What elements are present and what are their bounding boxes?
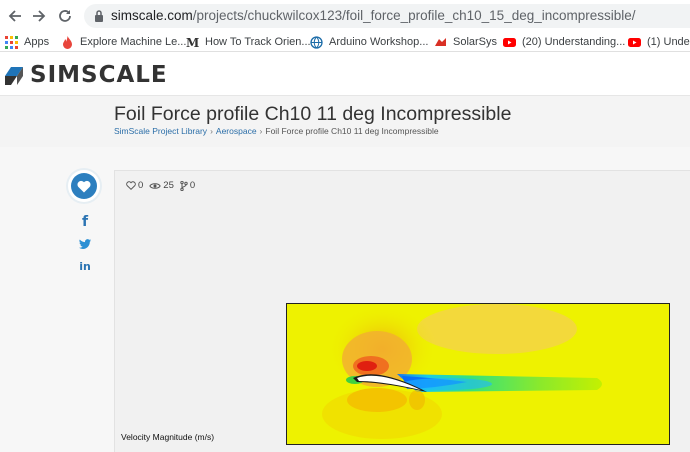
forks-stat: 0 xyxy=(180,180,195,191)
breadcrumb-current: Foil Force profile Ch10 11 deg Incompres… xyxy=(265,126,439,136)
simscale-logo-icon xyxy=(5,67,23,85)
flow-field-render xyxy=(287,304,669,444)
lock-icon xyxy=(95,10,103,22)
address-bar[interactable]: simscale.com/projects/chuckwilcox123/foi… xyxy=(84,4,690,28)
like-button-inner xyxy=(71,173,97,199)
bookmark-label: Apps xyxy=(24,36,50,48)
solarsys-icon xyxy=(435,37,446,46)
breadcrumb-separator: › xyxy=(210,126,213,136)
title-band: Foil Force profile Ch10 11 deg Incompres… xyxy=(0,95,690,147)
flame-icon xyxy=(63,35,72,49)
twitter-icon[interactable] xyxy=(78,237,92,251)
forks-count: 0 xyxy=(189,180,196,191)
project-stats: 0 25 0 xyxy=(126,180,201,191)
url-host: simscale.com xyxy=(111,8,193,23)
youtube-icon xyxy=(628,37,641,47)
likes-stat[interactable]: 0 xyxy=(126,180,143,191)
project-card: 0 25 0 Velocity Magnitude (m/s) xyxy=(114,170,690,452)
reload-button[interactable] xyxy=(54,5,76,27)
bookmark-explore-machine[interactable]: Explore Machine Le... xyxy=(61,34,186,50)
bookmark-label: (20) Understanding... xyxy=(522,36,626,48)
heart-outline-icon xyxy=(126,181,136,190)
bookmark-solarsys[interactable]: SolarSys xyxy=(434,34,497,50)
twitter-bird-icon xyxy=(79,239,91,249)
velocity-caption: Velocity Magnitude (m/s) xyxy=(121,432,215,442)
simscale-logo[interactable]: SIMSCALE xyxy=(2,62,168,88)
url-path: /projects/chuckwilcox123/foil_force_prof… xyxy=(192,8,636,23)
bookmark-track-orientation[interactable]: M How To Track Orien... xyxy=(186,34,311,50)
likes-count: 0 xyxy=(138,180,144,191)
youtube-icon xyxy=(503,37,516,47)
bookmark-label: (1) Unders xyxy=(647,36,690,48)
velocity-field-image[interactable] xyxy=(286,303,670,445)
forward-button[interactable] xyxy=(28,5,50,27)
url-text[interactable]: simscale.com/projects/chuckwilcox123/foi… xyxy=(111,8,636,23)
main-content: f in 0 25 0 Velocity Magnitude (m/s) xyxy=(0,147,690,452)
bookmark-label: Arduino Workshop... xyxy=(329,36,429,48)
bookmark-understanding-1[interactable]: (1) Unders xyxy=(628,34,690,50)
back-button[interactable] xyxy=(4,5,26,27)
bookmark-label: How To Track Orien... xyxy=(205,36,311,48)
apps-grid-icon xyxy=(5,35,18,49)
bookmark-understanding-20[interactable]: (20) Understanding... xyxy=(503,34,625,50)
eye-icon xyxy=(149,182,162,189)
medium-m-icon: M xyxy=(186,35,199,49)
arrow-right-icon xyxy=(33,10,46,22)
heart-icon xyxy=(77,180,91,192)
breadcrumb-aerospace[interactable]: Aerospace xyxy=(216,126,257,136)
facebook-icon[interactable]: f xyxy=(78,214,92,230)
views-stat: 25 xyxy=(149,180,174,191)
site-header: SIMSCALE xyxy=(0,52,690,95)
reload-icon xyxy=(59,10,71,22)
browser-toolbar: simscale.com/projects/chuckwilcox123/foi… xyxy=(0,0,690,32)
arrow-left-icon xyxy=(8,10,21,22)
breadcrumb-project-library[interactable]: SimScale Project Library xyxy=(114,126,207,136)
views-count: 25 xyxy=(163,180,174,191)
bookmark-label: Explore Machine Le... xyxy=(80,36,187,48)
breadcrumb-separator: › xyxy=(259,126,263,136)
logo-text: SIMSCALE xyxy=(30,62,168,88)
svg-text:M: M xyxy=(186,36,199,49)
like-button[interactable] xyxy=(68,170,100,202)
page-title: Foil Force profile Ch10 11 deg Incompres… xyxy=(114,103,512,125)
linkedin-icon[interactable]: in xyxy=(78,259,92,273)
bookmark-arduino[interactable]: Arduino Workshop... xyxy=(310,34,428,50)
bookmark-apps[interactable]: Apps xyxy=(5,34,49,50)
bookmarks-bar: Apps Explore Machine Le... M How To Trac… xyxy=(0,32,690,52)
globe-icon xyxy=(310,35,323,49)
fork-icon xyxy=(180,180,188,191)
bookmark-label: SolarSys xyxy=(453,36,498,48)
breadcrumb: SimScale Project Library › Aerospace › Foil … xyxy=(114,126,439,136)
